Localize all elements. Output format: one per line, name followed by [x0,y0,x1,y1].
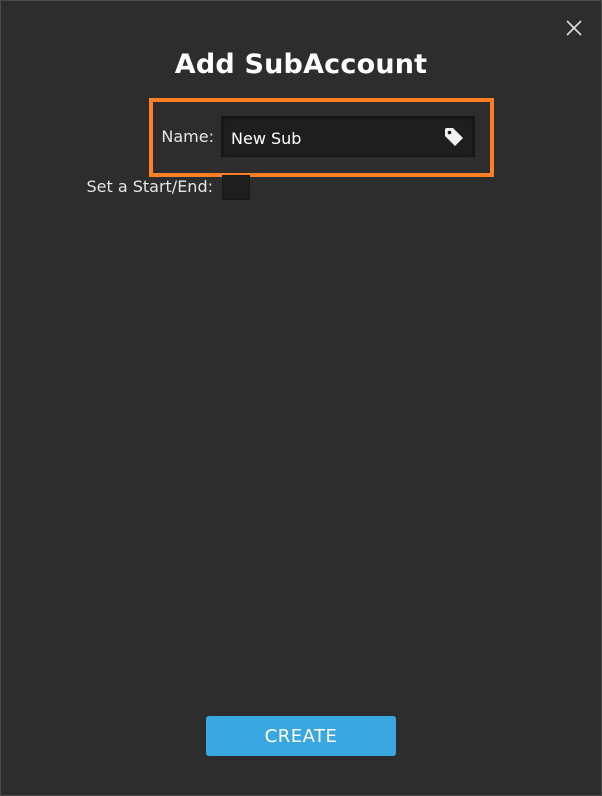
close-icon [566,20,582,36]
name-label: Name: [161,127,214,146]
close-button[interactable] [563,17,585,39]
dialog-title: Add SubAccount [174,49,428,80]
start-end-label: Set a Start/End: [86,177,213,196]
name-input[interactable] [231,126,431,150]
create-button[interactable]: CREATE [206,716,396,756]
tag-icon[interactable] [442,125,466,149]
add-subaccount-dialog: Add SubAccount Name: Set a Start/End: CR… [0,0,602,796]
start-end-checkbox[interactable] [222,175,250,200]
name-field[interactable] [221,116,475,157]
